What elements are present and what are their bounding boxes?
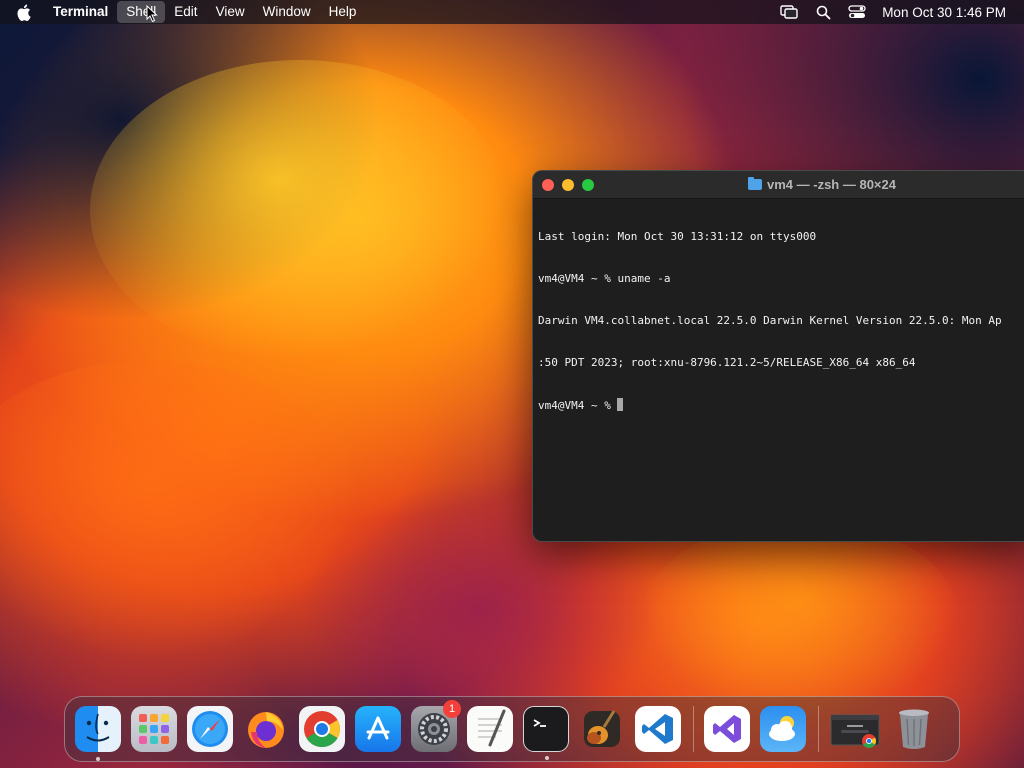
system-settings-icon[interactable]: 1: [411, 700, 461, 752]
terminal-content[interactable]: Last login: Mon Oct 30 13:31:12 on ttys0…: [533, 199, 1024, 440]
folder-icon: [748, 177, 762, 190]
dock-separator: [818, 706, 819, 752]
search-icon[interactable]: [813, 4, 833, 20]
mouse-pointer-icon: [146, 5, 158, 23]
zoom-window-button[interactable]: [582, 178, 594, 191]
terminal-icon[interactable]: [523, 706, 569, 760]
terminal-line: Last login: Mon Oct 30 13:31:12 on ttys0…: [538, 230, 817, 243]
menu-shell[interactable]: Shell: [117, 1, 166, 23]
dock-separator: [693, 706, 694, 752]
app-store-icon[interactable]: [355, 706, 401, 752]
trash-icon[interactable]: [891, 706, 937, 752]
running-indicator: [96, 757, 100, 761]
menu-window[interactable]: Window: [254, 1, 320, 23]
firefox-icon[interactable]: [243, 706, 289, 752]
chrome-window-icon[interactable]: [829, 706, 881, 752]
garageband-icon[interactable]: [579, 706, 625, 752]
terminal-title-bar[interactable]: vm4 — -zsh — 80×24: [533, 171, 1024, 199]
weather-icon[interactable]: [760, 706, 806, 752]
control-center-icon[interactable]: [847, 4, 867, 20]
dock: 1: [64, 696, 960, 762]
launchpad-icon[interactable]: [131, 706, 177, 752]
finder-icon[interactable]: [75, 706, 121, 761]
wallpaper-swoosh: [90, 60, 510, 360]
terminal-prompt-line: vm4@VM4 ~ %: [538, 398, 1024, 412]
desktop: Terminal Shell Edit View Window Help Mon…: [0, 0, 1024, 768]
terminal-window[interactable]: vm4 — -zsh — 80×24 Last login: Mon Oct 3…: [532, 170, 1024, 542]
wallpaper-swoosh: [0, 360, 360, 660]
notification-badge: 1: [443, 700, 461, 718]
visual-studio-icon[interactable]: [704, 706, 750, 752]
menu-app-terminal[interactable]: Terminal: [44, 1, 117, 23]
status-area: Mon Oct 30 1:46 PM: [772, 4, 1024, 20]
close-window-button[interactable]: [542, 178, 554, 191]
screen-mirroring-icon[interactable]: [779, 4, 799, 20]
terminal-cursor: [617, 398, 624, 411]
menu-edit[interactable]: Edit: [165, 1, 206, 23]
apple-menu-icon[interactable]: [16, 4, 38, 21]
wallpaper-swoosh: [640, 520, 960, 720]
vscode-icon[interactable]: [635, 706, 681, 752]
window-title-text: vm4 — -zsh — 80×24: [767, 177, 896, 192]
terminal-line: :50 PDT 2023; root:xnu-8796.121.2~5/RELE…: [538, 356, 916, 369]
textedit-icon[interactable]: [467, 706, 513, 752]
terminal-line: vm4@VM4 ~ % uname -a: [538, 272, 671, 285]
menu-help[interactable]: Help: [320, 1, 366, 23]
terminal-prompt: vm4@VM4 ~ %: [538, 399, 618, 412]
menu-view[interactable]: View: [207, 1, 254, 23]
minimize-window-button[interactable]: [562, 178, 574, 191]
safari-icon[interactable]: [187, 706, 233, 752]
chrome-icon[interactable]: [299, 706, 345, 752]
menu-bar-clock[interactable]: Mon Oct 30 1:46 PM: [882, 5, 1006, 20]
running-indicator: [545, 756, 549, 760]
terminal-line: Darwin VM4.collabnet.local 22.5.0 Darwin…: [538, 314, 1002, 327]
window-title: vm4 — -zsh — 80×24: [748, 171, 896, 198]
